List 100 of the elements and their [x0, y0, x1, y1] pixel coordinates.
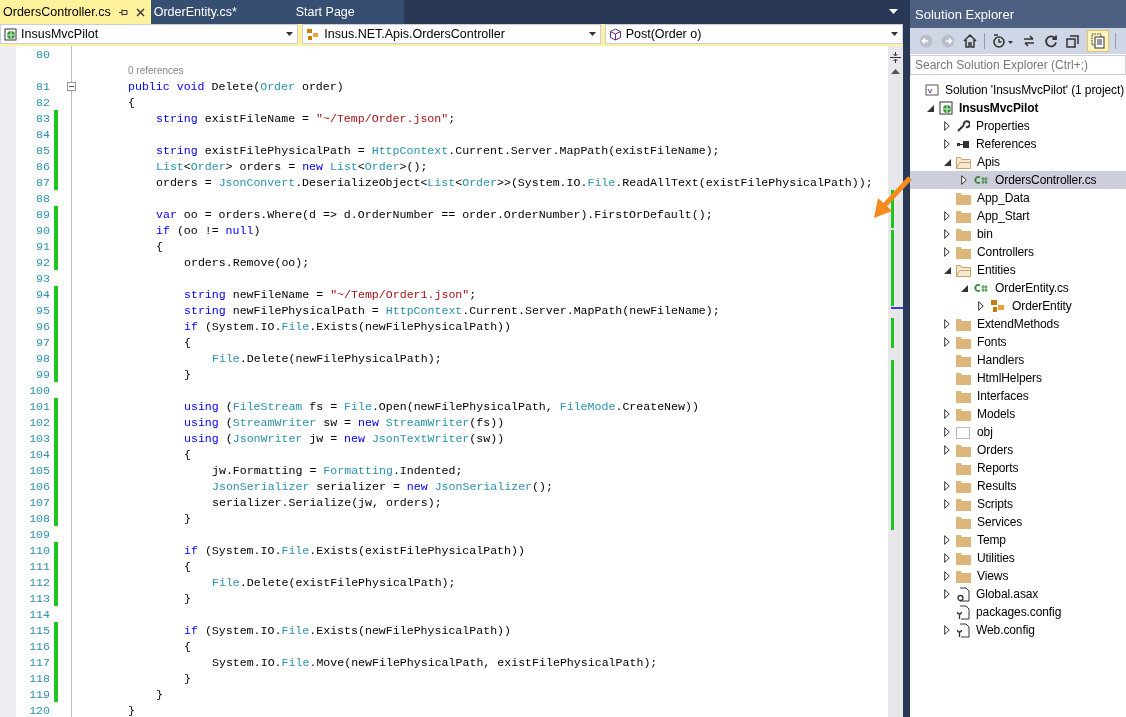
collapsed-arrow-icon[interactable] [944, 121, 950, 131]
navigation-dropdown[interactable]: Insus.NET.Apis.OrdersController [302, 24, 601, 44]
tree-item[interactable]: InsusMvcPilot [910, 99, 1126, 117]
tree-item[interactable]: Handlers [910, 351, 1126, 369]
up-arrow-icon[interactable] [891, 69, 900, 74]
collapsed-arrow-icon[interactable] [944, 229, 950, 239]
collapsed-arrow-icon[interactable] [944, 409, 950, 419]
collapsed-arrow-icon[interactable] [944, 247, 950, 257]
expanded-arrow-icon[interactable] [943, 158, 951, 166]
line-number: 86 [36, 159, 50, 173]
collapsed-arrow-icon[interactable] [944, 211, 950, 221]
collapsed-arrow-icon[interactable] [944, 625, 950, 635]
code-line: File.Delete(newFilePhysicalPath); [212, 351, 442, 365]
collapsed-arrow-icon[interactable] [944, 499, 950, 509]
line-number: 103 [29, 431, 50, 445]
collapsed-arrow-icon[interactable] [944, 571, 950, 581]
open-folder-icon [956, 155, 971, 169]
code-line: JsonSerializer serializer = new JsonSerializer(); [212, 479, 553, 493]
tree-item[interactable]: OrderEntity.cs [910, 279, 1126, 297]
collapsed-arrow-icon[interactable] [944, 337, 950, 347]
close-icon[interactable] [135, 7, 145, 17]
tree-item[interactable]: packages.config [910, 603, 1126, 621]
expanded-arrow-icon[interactable] [960, 284, 968, 292]
tree-item[interactable]: Web.config [910, 621, 1126, 639]
collapsed-arrow-icon[interactable] [944, 553, 950, 563]
collapse-icon[interactable] [67, 81, 76, 91]
show-all-files-icon[interactable] [1087, 30, 1109, 52]
tree-item[interactable]: HtmlHelpers [910, 369, 1126, 387]
refresh-icon[interactable] [1043, 33, 1059, 49]
line-number: 91 [36, 239, 50, 253]
tree-item[interactable]: ExtendMethods [910, 315, 1126, 333]
code-line: public void Delete(Order order) [128, 79, 344, 93]
reference-count[interactable]: 0 references [128, 64, 184, 76]
sync-icon[interactable] [1021, 33, 1037, 49]
collapsed-arrow-icon[interactable] [944, 589, 950, 599]
folder-icon [956, 407, 971, 421]
tree-item[interactable]: Reports [910, 459, 1126, 477]
dropdown-caret-icon[interactable] [889, 9, 898, 15]
document-tab[interactable]: OrdersController.cs [0, 0, 151, 24]
tree-item[interactable]: OrderEntity [910, 297, 1126, 315]
folder-icon [956, 245, 971, 259]
tree-item[interactable]: Temp [910, 531, 1126, 549]
globe-icon [4, 27, 17, 41]
code-line: orders = JsonConvert.DeserializeObject<List<Order>>(System.IO.File.ReadAllText(existFilePhysicalPath)); [156, 175, 873, 189]
tree-item[interactable]: Apis [910, 153, 1126, 171]
tree-item[interactable]: Properties [910, 117, 1126, 135]
tree-item[interactable]: Utilities [910, 549, 1126, 567]
collapsed-arrow-icon[interactable] [944, 427, 950, 437]
tree-item[interactable]: OrdersController.cs [910, 171, 1126, 189]
collapse-all-icon[interactable] [1065, 33, 1081, 49]
navigation-dropdown[interactable]: Post(Order o) [604, 24, 903, 44]
collapsed-arrow-icon[interactable] [944, 139, 950, 149]
document-tab[interactable]: OrderEntity.cs* [150, 0, 272, 24]
tree-item[interactable]: App_Data [910, 189, 1126, 207]
tree-item[interactable]: Results [910, 477, 1126, 495]
class-icon [306, 27, 321, 41]
tree-item[interactable]: obj [910, 423, 1126, 441]
line-number: 96 [36, 319, 50, 333]
tree-item[interactable]: Solution 'InsusMvcPilot' (1 project) [910, 81, 1126, 99]
collapsed-arrow-icon[interactable] [944, 535, 950, 545]
tree-item[interactable]: Scripts [910, 495, 1126, 513]
line-number: 87 [36, 175, 50, 189]
tree-item[interactable]: Orders [910, 441, 1126, 459]
expanded-arrow-icon[interactable] [943, 266, 951, 274]
tree-item[interactable]: Models [910, 405, 1126, 423]
scrollbar[interactable] [888, 46, 903, 717]
line-number: 82 [36, 95, 50, 109]
tree-item[interactable]: References [910, 135, 1126, 153]
line-number: 117 [29, 655, 50, 669]
tree-item[interactable]: bin [910, 225, 1126, 243]
tree-item[interactable]: App_Start [910, 207, 1126, 225]
expanded-arrow-icon[interactable] [926, 104, 934, 112]
tree-item[interactable]: Controllers [910, 243, 1126, 261]
collapsed-arrow-icon[interactable] [944, 445, 950, 455]
search-field[interactable]: Search Solution Explorer (Ctrl+;) [910, 55, 1126, 75]
collapsed-arrow-icon[interactable] [961, 175, 967, 185]
line-number: 99 [36, 367, 50, 381]
pin-icon[interactable] [118, 7, 128, 17]
line-number: 116 [29, 639, 50, 653]
code-line: { [184, 335, 191, 349]
line-number: 100 [29, 383, 50, 397]
collapsed-arrow-icon[interactable] [978, 301, 984, 311]
navigation-dropdown[interactable]: InsusMvcPilot [0, 24, 299, 44]
home-icon[interactable] [962, 33, 978, 49]
tree-item[interactable]: Views [910, 567, 1126, 585]
document-tab[interactable]: Start Page [271, 0, 404, 24]
line-number: 94 [36, 287, 50, 301]
collapsed-arrow-icon[interactable] [944, 481, 950, 491]
code-line: System.IO.File.Move(newFilePhysicalPath, existFilePhysicalPath); [212, 655, 658, 669]
split-icon[interactable] [890, 52, 901, 63]
tree-item[interactable]: Fonts [910, 333, 1126, 351]
tree-item[interactable]: Interfaces [910, 387, 1126, 405]
tree-item[interactable]: Entities [910, 261, 1126, 279]
line-number: 108 [29, 511, 50, 525]
collapsed-arrow-icon[interactable] [944, 319, 950, 329]
tree-item[interactable]: Services [910, 513, 1126, 531]
folder-icon [956, 569, 971, 583]
tree-item[interactable]: Global.asax [910, 585, 1126, 603]
annotation-arrow [872, 176, 912, 220]
history-icon[interactable] [991, 33, 1015, 49]
